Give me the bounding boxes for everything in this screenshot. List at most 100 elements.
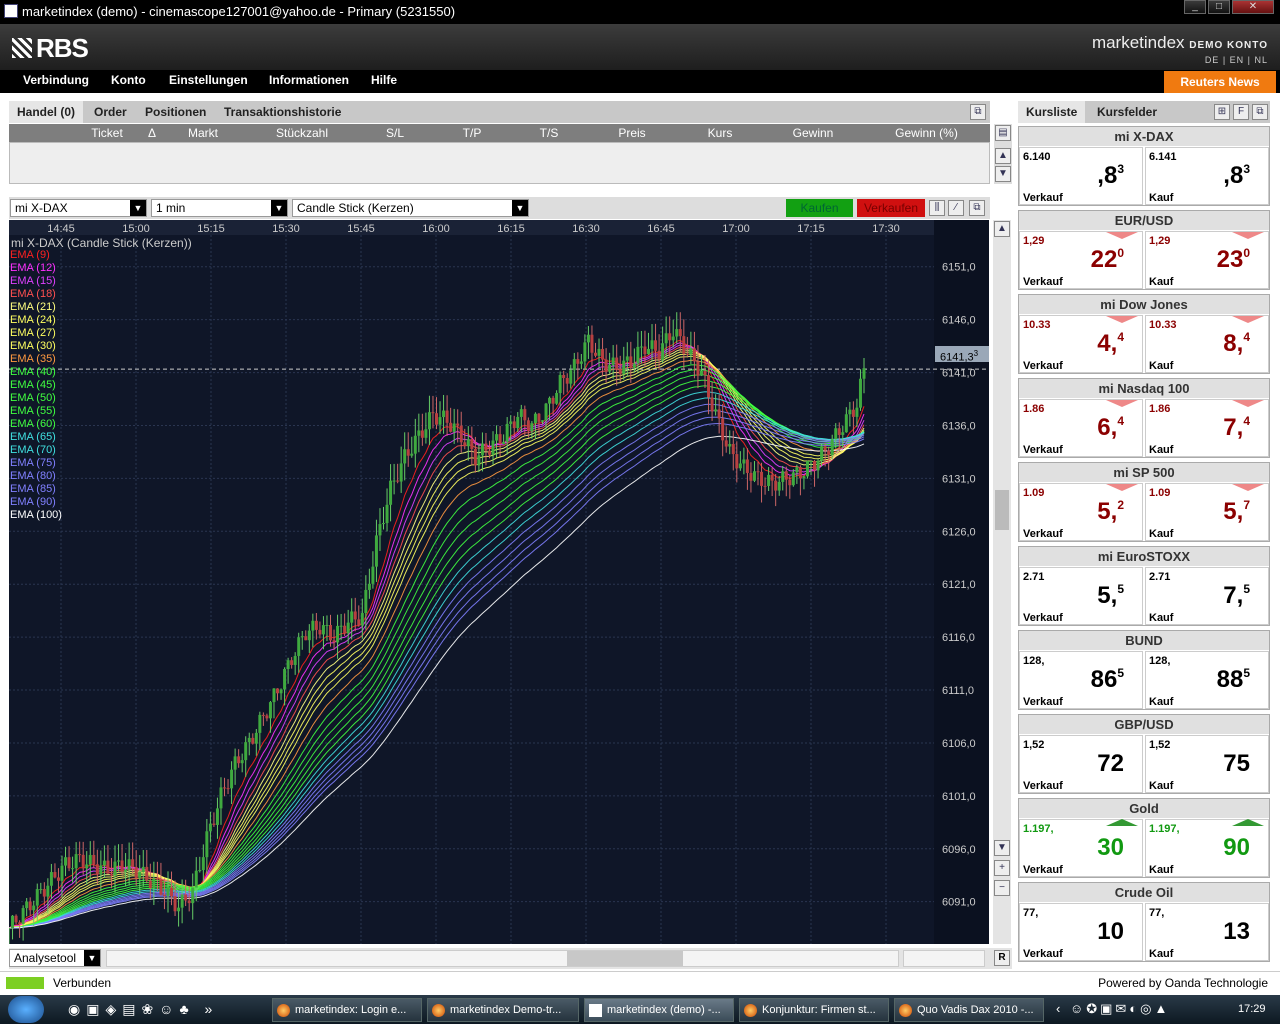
buy-quote[interactable]: 1,52 75 Kauf — [1145, 735, 1269, 793]
buy-big: 7,5 — [1223, 582, 1250, 610]
down-arrow-icon — [1232, 316, 1264, 323]
candle-body — [145, 866, 149, 881]
zoom-slider[interactable] — [903, 950, 985, 967]
task-item[interactable]: marketindex: Login e... — [272, 998, 422, 1022]
zoom-out-icon[interactable]: − — [994, 880, 1010, 896]
sell-quote[interactable]: 1,29 220 Verkauf — [1019, 231, 1143, 289]
scroll-down-icon[interactable]: ▼ — [995, 166, 1011, 182]
col-sl[interactable]: S/L — [357, 126, 433, 140]
app-icon — [589, 1004, 602, 1017]
tab-handel[interactable]: Handel (0) — [9, 101, 84, 123]
buy-quote[interactable]: 128, 885 Kauf — [1145, 651, 1269, 709]
task-item-active[interactable]: marketindex (demo) -... — [584, 998, 734, 1022]
instrument-select[interactable]: mi X-DAX ▼ — [10, 199, 147, 217]
buy-quote[interactable]: 10.33 8,4 Kauf — [1145, 315, 1269, 373]
candle-body — [650, 340, 654, 349]
menu-verbindung[interactable]: Verbindung — [23, 73, 89, 87]
reuters-news-button[interactable]: Reuters News — [1164, 71, 1276, 93]
price-chart[interactable]: 14:45 15:00 15:15 15:30 15:45 16:00 16:15 16:30… — [9, 220, 989, 944]
task-item[interactable]: Konjunktur: Firmen st... — [739, 998, 889, 1022]
col-tp[interactable]: T/P — [433, 126, 511, 140]
buy-quote[interactable]: 6.141 ,83 Kauf — [1145, 147, 1269, 205]
col-ts[interactable]: T/S — [511, 126, 587, 140]
col-preis[interactable]: Preis — [587, 126, 677, 140]
candle-body — [435, 413, 438, 425]
col-gewinn[interactable]: Gewinn — [763, 126, 863, 140]
sell-quote[interactable]: 6.140 ,83 Verkauf — [1019, 147, 1143, 205]
font-icon[interactable]: F — [1233, 104, 1249, 120]
sell-pre: 1,29 — [1023, 235, 1045, 247]
filter-icon[interactable]: ⊞ — [1214, 104, 1230, 120]
sell-quote[interactable]: 128, 865 Verkauf — [1019, 651, 1143, 709]
buy-quote[interactable]: 2.71 7,5 Kauf — [1145, 567, 1269, 625]
chart-area[interactable]: 14:45 15:00 15:15 15:30 15:45 16:00 16:15 16:30… — [9, 220, 989, 944]
language-switch[interactable]: DE | EN | NL — [1205, 55, 1268, 65]
task-item[interactable]: marketindex Demo-tr... — [427, 998, 579, 1022]
buy-pre: 77, — [1149, 907, 1165, 919]
candle-body — [590, 334, 594, 353]
hscroll-track[interactable] — [106, 950, 899, 967]
buy-quote[interactable]: 77, 13 Kauf — [1145, 903, 1269, 961]
minimize-button[interactable]: _ — [1184, 0, 1206, 14]
menu-hilfe[interactable]: Hilfe — [371, 73, 397, 87]
sell-quote[interactable]: 1.197, 30 Verkauf — [1019, 819, 1143, 877]
col-kurs[interactable]: Kurs — [677, 126, 763, 140]
maximize-button[interactable]: □ — [1208, 0, 1230, 14]
close-button[interactable]: ✕ — [1232, 0, 1274, 14]
tab-kursfelder[interactable]: Kursfelder — [1097, 105, 1157, 119]
menu-konto[interactable]: Konto — [111, 73, 146, 87]
col-delta[interactable]: Δ — [145, 126, 159, 140]
sell-quote[interactable]: 1,52 72 Verkauf — [1019, 735, 1143, 793]
detach-icon[interactable]: ⧉ — [970, 104, 986, 120]
candle-body — [583, 342, 587, 362]
scroll-up-icon[interactable]: ▲ — [994, 221, 1010, 237]
candle-body — [187, 900, 191, 904]
sell-quote[interactable]: 1.86 6,4 Verkauf — [1019, 399, 1143, 457]
reset-button[interactable]: R — [994, 950, 1010, 966]
candle-body — [533, 413, 537, 424]
trade-scrollbar[interactable]: ▤ ▲ ▼ — [994, 124, 1012, 184]
detach-icon[interactable]: ⧉ — [1252, 104, 1268, 120]
menu-informationen[interactable]: Informationen — [269, 73, 349, 87]
col-stueckzahl[interactable]: Stückzahl — [247, 126, 357, 140]
tab-order[interactable]: Order — [94, 105, 127, 119]
chart-vscroll[interactable]: ▲ ▼ + − — [993, 220, 1011, 944]
analysetool-select[interactable]: Analysetool ▼ — [9, 949, 101, 967]
quicklaunch-icons[interactable]: ◉▣◈▤❀☺♣ » — [68, 1001, 218, 1018]
scroll-down-icon[interactable]: ▼ — [994, 840, 1010, 856]
menu-einstellungen[interactable]: Einstellungen — [169, 73, 248, 87]
tray-icons[interactable]: ‹ ☺✪▣✉◐◎▲ — [1056, 1001, 1170, 1017]
candle-body — [558, 374, 562, 394]
sell-quote[interactable]: 10.33 4,4 Verkauf — [1019, 315, 1143, 373]
buy-quote[interactable]: 1.09 5,7 Kauf — [1145, 483, 1269, 541]
buy-quote[interactable]: 1.197, 90 Kauf — [1145, 819, 1269, 877]
col-ticket[interactable]: Ticket — [69, 126, 145, 140]
task-item[interactable]: Quo Vadis Dax 2010 -... — [894, 998, 1044, 1022]
vscroll-thumb[interactable] — [995, 490, 1009, 530]
candle-body — [795, 467, 799, 473]
buy-quote[interactable]: 1,29 230 Kauf — [1145, 231, 1269, 289]
line-draw-icon[interactable]: ⁄ — [948, 200, 964, 216]
sell-quote[interactable]: 77, 10 Verkauf — [1019, 903, 1143, 961]
interval-select[interactable]: 1 min ▼ — [151, 199, 288, 217]
col-gewinn-pct[interactable]: Gewinn (%) — [863, 126, 990, 140]
tab-transaktionshistorie[interactable]: Transaktionshistorie — [224, 105, 341, 119]
tab-positionen[interactable]: Positionen — [145, 105, 206, 119]
zoom-in-icon[interactable]: + — [994, 860, 1010, 876]
chart-type-select[interactable]: Candle Stick (Kerzen) ▼ — [292, 199, 529, 217]
sell-button[interactable]: Verkaufen — [857, 199, 925, 217]
buy-quote[interactable]: 1.86 7,4 Kauf — [1145, 399, 1269, 457]
candle-tool-icon[interactable]: ⫼ — [929, 200, 945, 216]
sell-quote[interactable]: 1.09 5,2 Verkauf — [1019, 483, 1143, 541]
col-markt[interactable]: Markt — [159, 126, 247, 140]
detach-chart-icon[interactable]: ⧉ — [969, 200, 985, 216]
hscroll-thumb[interactable] — [567, 951, 683, 966]
sell-quote[interactable]: 2.71 5,5 Verkauf — [1019, 567, 1143, 625]
start-button[interactable] — [8, 996, 44, 1023]
buy-button[interactable]: Kaufen — [786, 199, 853, 217]
scroll-up-icon[interactable]: ▲ — [995, 148, 1011, 164]
table-settings-icon[interactable]: ▤ — [995, 125, 1011, 141]
tab-kursliste[interactable]: Kursliste — [1018, 101, 1086, 123]
current-price-sup: 3 — [973, 349, 979, 358]
candle-body — [131, 859, 135, 868]
